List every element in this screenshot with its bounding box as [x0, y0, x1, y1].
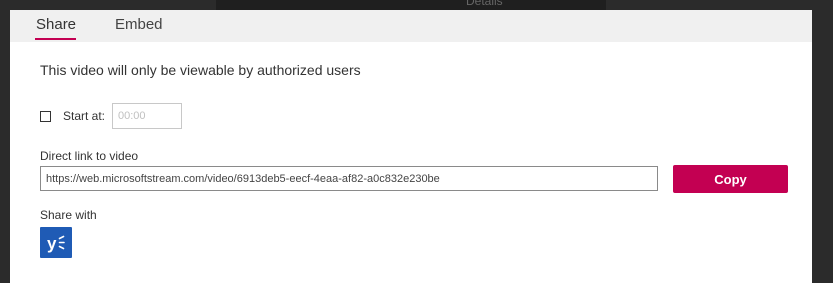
- share-dialog: Share Embed This video will only be view…: [10, 10, 812, 283]
- direct-link-label: Direct link to video: [40, 149, 139, 163]
- start-at-label: Start at:: [63, 109, 106, 123]
- yammer-share-button[interactable]: y: [40, 227, 72, 258]
- authorization-notice: This video will only be viewable by auth…: [40, 62, 361, 78]
- background-header-text: Details: [466, 0, 503, 8]
- copy-button[interactable]: Copy: [673, 165, 788, 193]
- start-time-input[interactable]: [112, 103, 182, 129]
- svg-text:y: y: [47, 234, 57, 253]
- direct-link-field[interactable]: [40, 166, 658, 191]
- tab-share[interactable]: Share: [36, 16, 76, 33]
- start-at-checkbox[interactable]: [40, 111, 51, 122]
- background-panel-strip: Details: [216, 0, 606, 10]
- yammer-icon: y: [40, 227, 72, 258]
- tab-embed[interactable]: Embed: [115, 16, 163, 33]
- share-with-label: Share with: [40, 208, 97, 222]
- tab-bar: Share Embed: [10, 10, 812, 42]
- active-tab-indicator: [35, 38, 76, 40]
